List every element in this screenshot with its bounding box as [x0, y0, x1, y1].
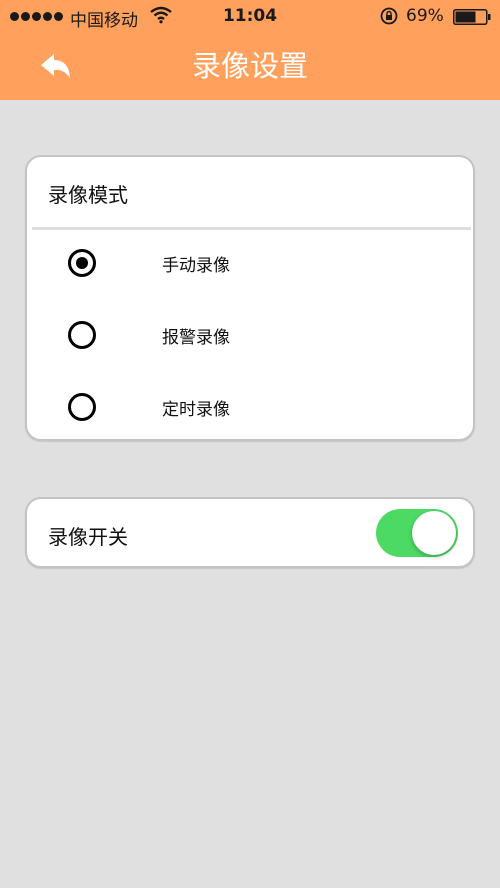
toggle-knob [412, 511, 456, 555]
record-mode-title: 录像模式 [48, 183, 128, 207]
radio-button[interactable] [68, 321, 96, 349]
radio-button[interactable] [68, 249, 96, 277]
status-bar: 中国移动 11:04 69% [0, 0, 500, 34]
battery-percent: 69% [406, 6, 444, 26]
record-mode-card: 录像模式 手动录像 报警录像 定时录像 [25, 155, 475, 441]
record-switch-card: 录像开关 [25, 497, 475, 568]
page-title: 录像设置 [191, 49, 308, 83]
radio-option-alarm[interactable]: 报警录像 [31, 301, 469, 369]
radio-option-manual[interactable]: 手动录像 [31, 229, 469, 297]
battery-icon [453, 9, 491, 25]
rotation-lock-icon [379, 6, 399, 31]
nav-bar: 录像设置 [0, 34, 500, 100]
record-switch-label: 录像开关 [48, 525, 128, 549]
radio-label: 定时录像 [162, 400, 230, 420]
radio-button[interactable] [68, 393, 96, 421]
radio-selected-dot [76, 257, 88, 269]
radio-label: 报警录像 [162, 328, 230, 348]
header: 中国移动 11:04 69% 录像设置 [0, 0, 500, 100]
radio-label: 手动录像 [162, 256, 230, 276]
radio-option-scheduled[interactable]: 定时录像 [31, 373, 469, 441]
record-toggle-switch[interactable] [376, 509, 458, 557]
